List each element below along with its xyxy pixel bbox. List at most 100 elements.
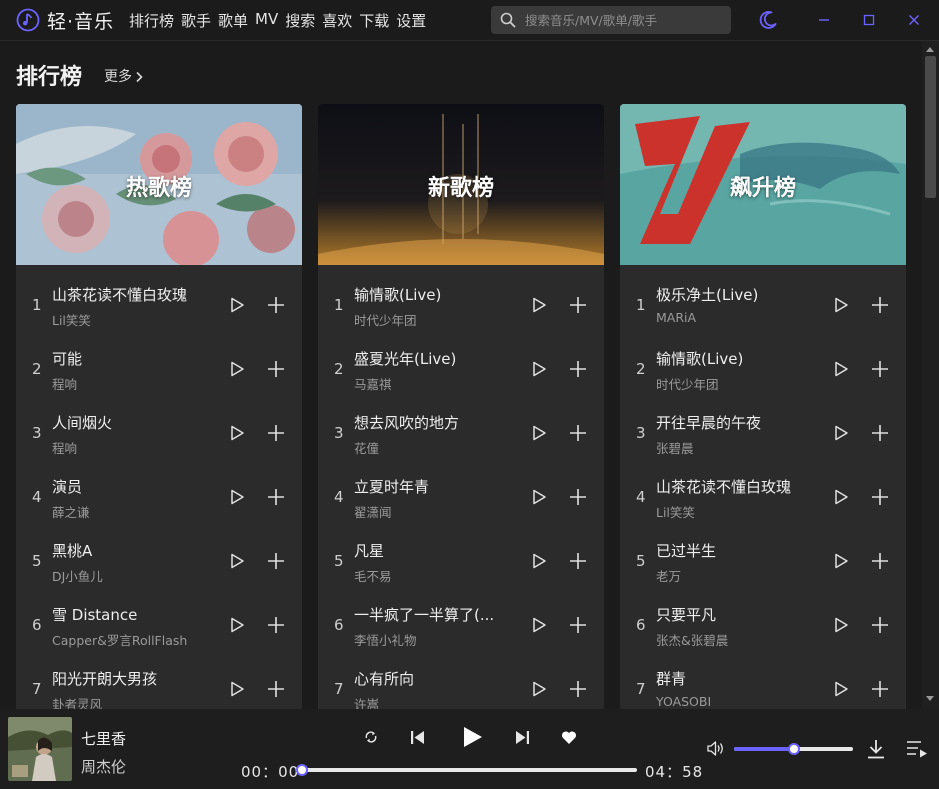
- add-icon[interactable]: [568, 551, 588, 571]
- song-title[interactable]: 只要平凡: [656, 604, 808, 625]
- song-title[interactable]: 心有所向: [354, 668, 506, 689]
- scrollbar[interactable]: [922, 41, 939, 709]
- song-title[interactable]: 想去风吹的地方: [354, 412, 506, 433]
- song-artist[interactable]: 薛之谦: [52, 502, 212, 521]
- play-icon[interactable]: [832, 552, 850, 570]
- add-icon[interactable]: [568, 679, 588, 699]
- play-icon[interactable]: [832, 680, 850, 698]
- play-icon[interactable]: [228, 552, 246, 570]
- search-input[interactable]: [525, 10, 721, 30]
- list-item[interactable]: 4 山茶花读不懂白玫瑰 Lil笑笑: [620, 465, 906, 529]
- chart-cover-rising[interactable]: 飙升榜: [620, 104, 906, 265]
- track-artist[interactable]: 周杰伦: [81, 756, 126, 777]
- playlist-icon[interactable]: [905, 739, 929, 759]
- song-artist[interactable]: 许嵩: [354, 694, 514, 709]
- play-icon[interactable]: [228, 616, 246, 634]
- scroll-down-arrow-icon[interactable]: [926, 696, 934, 701]
- song-title[interactable]: 开往早晨的午夜: [656, 412, 808, 433]
- play-icon[interactable]: [530, 296, 548, 314]
- list-item[interactable]: 3 人间烟火 程响: [16, 401, 302, 465]
- list-item[interactable]: 1 极乐净土(Live) MARiA: [620, 273, 906, 337]
- nav-item-settings[interactable]: 设置: [396, 10, 426, 31]
- song-title[interactable]: 雪 Distance: [52, 604, 204, 625]
- song-title[interactable]: 盛夏光年(Live): [354, 348, 506, 369]
- song-title[interactable]: 极乐净土(Live): [656, 284, 808, 305]
- list-item[interactable]: 6 雪 Distance Capper&罗言RollFlash: [16, 593, 302, 657]
- progress-bar[interactable]: [296, 764, 637, 776]
- list-item[interactable]: 4 演员 薛之谦: [16, 465, 302, 529]
- song-artist[interactable]: 卦者灵风: [52, 694, 212, 709]
- play-icon[interactable]: [228, 296, 246, 314]
- play-icon[interactable]: [832, 296, 850, 314]
- song-title[interactable]: 输情歌(Live): [354, 284, 506, 305]
- song-artist[interactable]: 张碧晨: [656, 438, 816, 457]
- play-icon[interactable]: [832, 616, 850, 634]
- song-artist[interactable]: 花僮: [354, 438, 514, 457]
- chart-cover-hot[interactable]: 热歌榜: [16, 104, 302, 265]
- song-artist[interactable]: MARiA: [656, 310, 816, 325]
- minimize-icon[interactable]: [815, 11, 833, 29]
- song-artist[interactable]: Lil笑笑: [656, 502, 816, 521]
- add-icon[interactable]: [266, 551, 286, 571]
- song-title[interactable]: 可能: [52, 348, 204, 369]
- previous-icon[interactable]: [409, 729, 426, 746]
- list-item[interactable]: 3 开往早晨的午夜 张碧晨: [620, 401, 906, 465]
- list-item[interactable]: 4 立夏时年青 翟潇闻: [318, 465, 604, 529]
- song-artist[interactable]: 老万: [656, 566, 816, 585]
- play-icon[interactable]: [832, 488, 850, 506]
- add-icon[interactable]: [870, 679, 890, 699]
- play-icon[interactable]: [530, 360, 548, 378]
- add-icon[interactable]: [568, 615, 588, 635]
- list-item[interactable]: 7 心有所向 许嵩: [318, 657, 604, 709]
- song-artist[interactable]: Lil笑笑: [52, 310, 212, 329]
- song-title[interactable]: 山茶花读不懂白玫瑰: [656, 476, 808, 497]
- play-icon[interactable]: [228, 360, 246, 378]
- track-title[interactable]: 七里香: [81, 728, 126, 749]
- song-title[interactable]: 输情歌(Live): [656, 348, 808, 369]
- add-icon[interactable]: [266, 359, 286, 379]
- song-title[interactable]: 群青: [656, 668, 808, 689]
- song-artist[interactable]: 毛不易: [354, 566, 514, 585]
- play-icon[interactable]: [530, 488, 548, 506]
- progress-knob[interactable]: [296, 764, 308, 776]
- play-icon[interactable]: [832, 360, 850, 378]
- maximize-icon[interactable]: [860, 11, 878, 29]
- song-title[interactable]: 人间烟火: [52, 412, 204, 433]
- play-icon[interactable]: [530, 616, 548, 634]
- list-item[interactable]: 2 盛夏光年(Live) 马嘉祺: [318, 337, 604, 401]
- scroll-thumb[interactable]: [925, 56, 936, 198]
- song-artist[interactable]: 张杰&张碧晨: [656, 630, 816, 649]
- add-icon[interactable]: [568, 487, 588, 507]
- song-artist[interactable]: YOASOBI: [656, 694, 816, 709]
- add-icon[interactable]: [870, 487, 890, 507]
- add-icon[interactable]: [870, 295, 890, 315]
- add-icon[interactable]: [266, 423, 286, 443]
- list-item[interactable]: 6 一半疯了一半算了(... 李悟小礼物: [318, 593, 604, 657]
- chart-cover-new[interactable]: 新歌榜: [318, 104, 604, 265]
- list-item[interactable]: 2 可能 程响: [16, 337, 302, 401]
- list-item[interactable]: 1 输情歌(Live) 时代少年团: [318, 273, 604, 337]
- play-icon[interactable]: [228, 488, 246, 506]
- album-cover[interactable]: [8, 717, 72, 781]
- song-title[interactable]: 已过半生: [656, 540, 808, 561]
- nav-item-downloads[interactable]: 下载: [359, 10, 389, 31]
- song-artist[interactable]: 程响: [52, 374, 212, 393]
- add-icon[interactable]: [568, 359, 588, 379]
- add-icon[interactable]: [870, 551, 890, 571]
- play-icon[interactable]: [530, 424, 548, 442]
- song-artist[interactable]: 时代少年团: [656, 374, 816, 393]
- more-link[interactable]: 更多: [104, 66, 144, 86]
- play-icon[interactable]: [530, 552, 548, 570]
- next-icon[interactable]: [514, 729, 531, 746]
- repeat-icon[interactable]: [363, 729, 379, 745]
- add-icon[interactable]: [266, 679, 286, 699]
- song-artist[interactable]: 翟潇闻: [354, 502, 514, 521]
- scroll-up-arrow-icon[interactable]: [926, 47, 934, 52]
- play-icon[interactable]: [228, 424, 246, 442]
- list-item[interactable]: 3 想去风吹的地方 花僮: [318, 401, 604, 465]
- add-icon[interactable]: [266, 615, 286, 635]
- nav-item-singers[interactable]: 歌手: [181, 10, 211, 31]
- volume-slider[interactable]: [734, 743, 853, 755]
- list-item[interactable]: 2 输情歌(Live) 时代少年团: [620, 337, 906, 401]
- song-artist[interactable]: Capper&罗言RollFlash: [52, 630, 212, 649]
